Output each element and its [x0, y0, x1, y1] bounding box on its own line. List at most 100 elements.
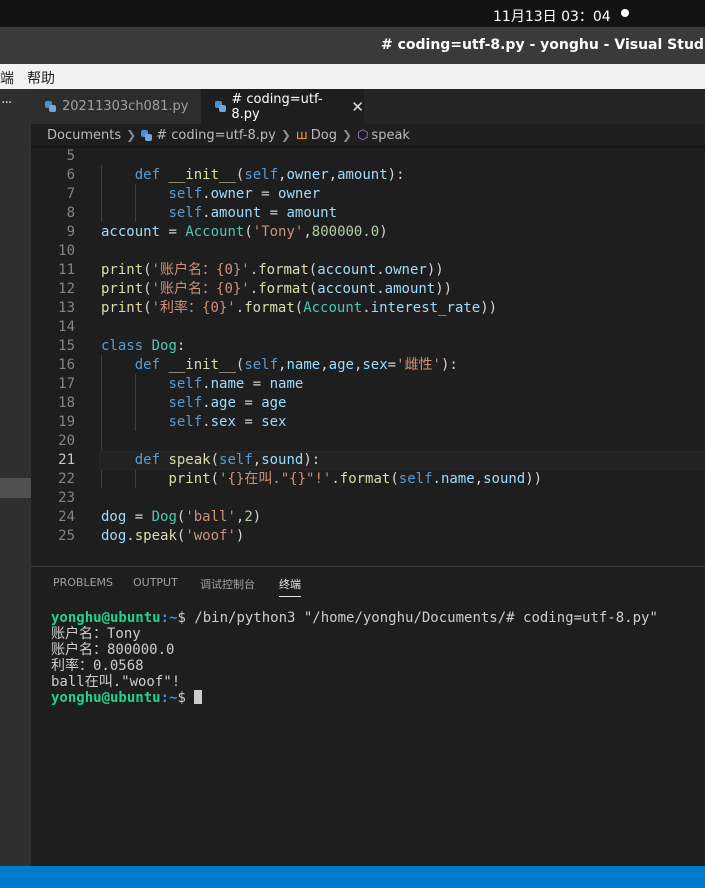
- line-number: 22: [58, 471, 75, 487]
- code-line[interactable]: 24 dog = Dog('ball',2): [31, 508, 705, 527]
- window-title: # coding=utf-8.py - yonghu - Visual Stud…: [381, 37, 705, 53]
- chevron-right-icon: ❯: [280, 128, 291, 142]
- code-line[interactable]: 7 self.owner = owner: [31, 185, 705, 204]
- code-text: class Dog:: [101, 338, 186, 354]
- tab-problems[interactable]: PROBLEMS: [53, 576, 113, 589]
- status-bar: [0, 866, 705, 888]
- activity-bar: ...: [0, 89, 31, 866]
- terminal-cursor: [194, 690, 203, 704]
- breadcrumb: Documents ❯ # coding=utf-8.py ❯ ꟺ Dog ❯ …: [31, 124, 705, 146]
- code-line[interactable]: 19 self.sex = sex: [31, 413, 705, 432]
- line-number: 20: [58, 433, 75, 449]
- window-title-bar[interactable]: # coding=utf-8.py - yonghu - Visual Stud…: [0, 27, 705, 64]
- tab-20211303ch081-py[interactable]: 20211303ch081.py: [31, 89, 201, 124]
- terminal-output-line: ball在叫."woof"!: [51, 674, 181, 690]
- tab-label: 20211303ch081.py: [62, 99, 189, 114]
- chevron-right-icon: ❯: [126, 128, 137, 142]
- code-text: self.name = name: [168, 376, 304, 392]
- terminal[interactable]: yonghu@ubuntu:~$ /bin/python3 "/home/yon…: [51, 610, 658, 706]
- terminal-user: yonghu@ubuntu: [51, 690, 161, 706]
- system-top-bar: 11月13日 03：04: [0, 0, 705, 27]
- tab-output[interactable]: OUTPUT: [133, 576, 178, 589]
- python-file-icon: [141, 129, 153, 141]
- code-text: def speak(self,sound):: [134, 452, 321, 468]
- line-number: 5: [66, 148, 75, 164]
- code-editor[interactable]: 5 6 def __init__(self,owner,amount): 7 sel…: [31, 146, 705, 566]
- system-status-dot-icon: [621, 9, 629, 17]
- line-number: 13: [58, 300, 75, 316]
- code-line[interactable]: 9 account = Account('Tony',800000.0): [31, 223, 705, 242]
- line-number: 23: [58, 490, 75, 506]
- terminal-output-line: 利率：0.0568: [51, 658, 144, 674]
- menu-item-terminal[interactable]: 端: [0, 68, 14, 88]
- code-text: print('{}在叫."{}"!'.format(self.name,soun…: [168, 471, 543, 487]
- line-number: 17: [58, 376, 75, 392]
- code-line[interactable]: 21 def speak(self,sound):: [31, 451, 705, 470]
- code-text: self.age = age: [168, 395, 287, 411]
- code-line[interactable]: 11 print('账户名：{0}'.format(account.owner)): [31, 261, 705, 280]
- python-file-icon: [45, 101, 56, 112]
- terminal-prompt: $: [177, 690, 186, 706]
- code-line[interactable]: 14: [31, 318, 705, 337]
- code-line[interactable]: 20: [31, 432, 705, 451]
- code-line[interactable]: 25 dog.speak('woof'): [31, 527, 705, 546]
- code-line[interactable]: 12 print('账户名：{0}'.format(account.amount)…: [31, 280, 705, 299]
- close-icon[interactable]: ✕: [351, 98, 364, 116]
- code-line[interactable]: 23: [31, 489, 705, 508]
- menu-item-help[interactable]: 帮助: [27, 68, 55, 88]
- system-clock[interactable]: 11月13日 03：04: [493, 6, 611, 26]
- editor-tabs: 20211303ch081.py # coding=utf-8.py ✕: [31, 89, 705, 124]
- code-text: print('账户名：{0}'.format(account.owner)): [101, 262, 444, 278]
- code-line[interactable]: 18 self.age = age: [31, 394, 705, 413]
- code-line[interactable]: 22 print('{}在叫."{}"!'.format(self.name,s…: [31, 470, 705, 489]
- line-number: 18: [58, 395, 75, 411]
- line-number: 16: [58, 357, 75, 373]
- code-line[interactable]: 16 def __init__(self,name,age,sex='雌性'):: [31, 356, 705, 375]
- code-text: print('账户名：{0}'.format(account.amount)): [101, 281, 453, 297]
- tab-label: # coding=utf-8.py: [231, 91, 323, 122]
- menu-bar: 端 帮助: [0, 64, 705, 89]
- more-actions-icon[interactable]: ...: [1, 91, 12, 107]
- code-text: print('利率：{0}'.format(Account.interest_r…: [101, 300, 498, 316]
- activity-bar-selected-item[interactable]: [0, 478, 31, 498]
- code-text: def __init__(self,name,age,sex='雌性'):: [134, 357, 458, 373]
- code-line[interactable]: 17 self.name = name: [31, 375, 705, 394]
- line-number: 11: [58, 262, 75, 278]
- panel-tabs: PROBLEMS OUTPUT 调试控制台 终端: [31, 567, 705, 599]
- line-number: 10: [58, 243, 75, 259]
- line-number: 8: [66, 205, 75, 221]
- breadcrumb-method[interactable]: speak: [371, 128, 410, 143]
- code-line[interactable]: 13 print('利率：{0}'.format(Account.interest…: [31, 299, 705, 318]
- code-line[interactable]: 8 self.amount = amount: [31, 204, 705, 223]
- breadcrumb-class[interactable]: Dog: [311, 128, 337, 143]
- terminal-output-line: 账户名：Tony: [51, 626, 141, 642]
- code-text: self.sex = sex: [168, 414, 287, 430]
- code-line[interactable]: 6 def __init__(self,owner,amount):: [31, 166, 705, 185]
- chevron-right-icon: ❯: [342, 128, 353, 142]
- terminal-output-line: 账户名：800000.0: [51, 642, 175, 658]
- line-number: 14: [58, 319, 75, 335]
- code-text: def __init__(self,owner,amount):: [134, 167, 405, 183]
- method-symbol-icon: ⬡: [357, 127, 369, 143]
- code-line[interactable]: 15 class Dog:: [31, 337, 705, 356]
- line-number: 21: [58, 452, 75, 468]
- tab-terminal[interactable]: 终端: [279, 576, 301, 597]
- breadcrumb-file[interactable]: # coding=utf-8.py: [156, 128, 276, 143]
- code-text: dog = Dog('ball',2): [101, 509, 262, 525]
- breadcrumb-folder[interactable]: Documents: [47, 128, 121, 143]
- bottom-panel: PROBLEMS OUTPUT 调试控制台 终端 yonghu@ubuntu :~…: [31, 566, 705, 867]
- terminal-path: :~: [160, 610, 178, 626]
- code-text: account = Account('Tony',800000.0): [101, 224, 388, 240]
- line-number: 9: [66, 224, 75, 240]
- python-file-icon: [215, 101, 227, 112]
- line-number: 15: [58, 338, 75, 354]
- class-symbol-icon: ꟺ: [295, 127, 308, 143]
- line-number: 12: [58, 281, 75, 297]
- code-text: dog.speak('woof'): [101, 528, 245, 544]
- tab-debug-console[interactable]: 调试控制台: [200, 576, 255, 592]
- line-number: 19: [58, 414, 75, 430]
- tab-coding-utf-8-py[interactable]: # coding=utf-8.py ✕: [201, 89, 364, 124]
- code-line[interactable]: 5: [31, 147, 705, 166]
- code-line[interactable]: 10: [31, 242, 705, 261]
- code-text: self.owner = owner: [168, 186, 321, 202]
